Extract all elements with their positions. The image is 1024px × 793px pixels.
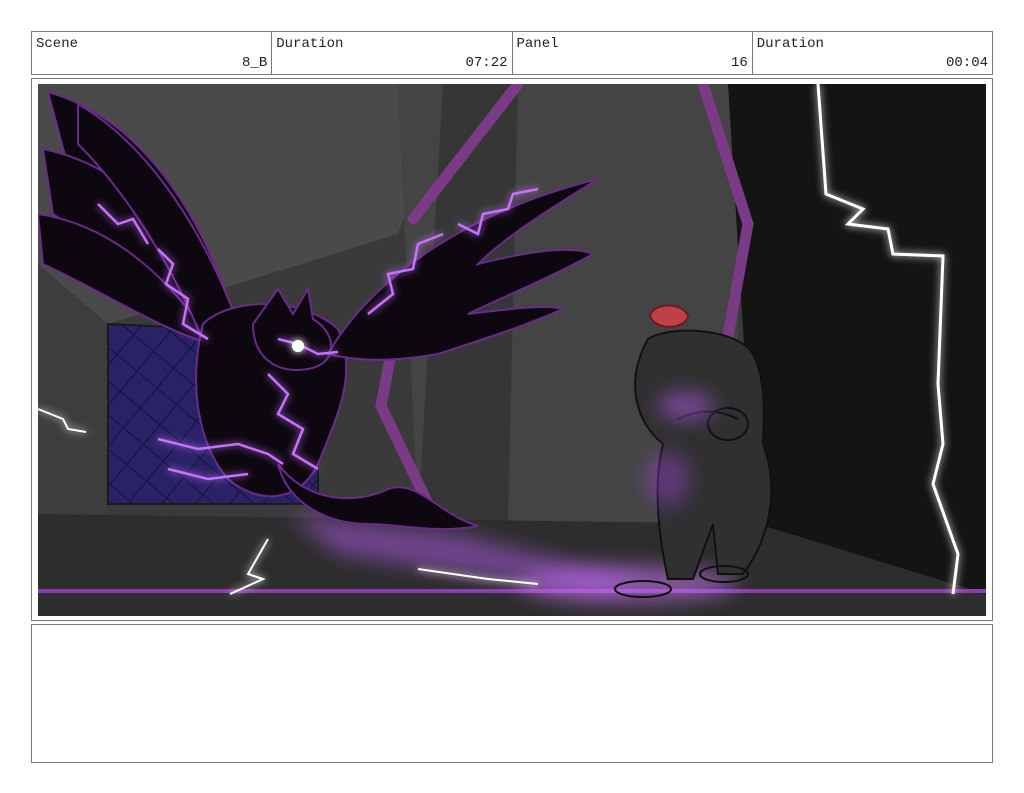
scene-label: Scene [36, 36, 79, 52]
panel-duration-value[interactable]: 00:04 [946, 55, 988, 71]
storyboard-frame[interactable] [38, 84, 986, 616]
panel-duration-cell: Duration 00:04 [753, 32, 992, 74]
panel-cell: Panel 16 [513, 32, 753, 74]
scene-value[interactable]: 8_B [242, 55, 267, 71]
scene-duration-cell: Duration 07:22 [272, 32, 513, 74]
scene-duration-label: Duration [276, 36, 344, 52]
panel-value[interactable]: 16 [731, 55, 748, 71]
storyboard-drawing [38, 84, 986, 616]
scene-duration-value[interactable]: 07:22 [465, 55, 507, 71]
panel-header: Scene 8_B Duration 07:22 Panel 16 Durati… [31, 31, 993, 75]
panel-label: Panel [516, 36, 559, 52]
scene-cell: Scene 8_B [32, 32, 273, 74]
notes-area[interactable] [31, 624, 993, 763]
panel-duration-label: Duration [756, 36, 824, 52]
